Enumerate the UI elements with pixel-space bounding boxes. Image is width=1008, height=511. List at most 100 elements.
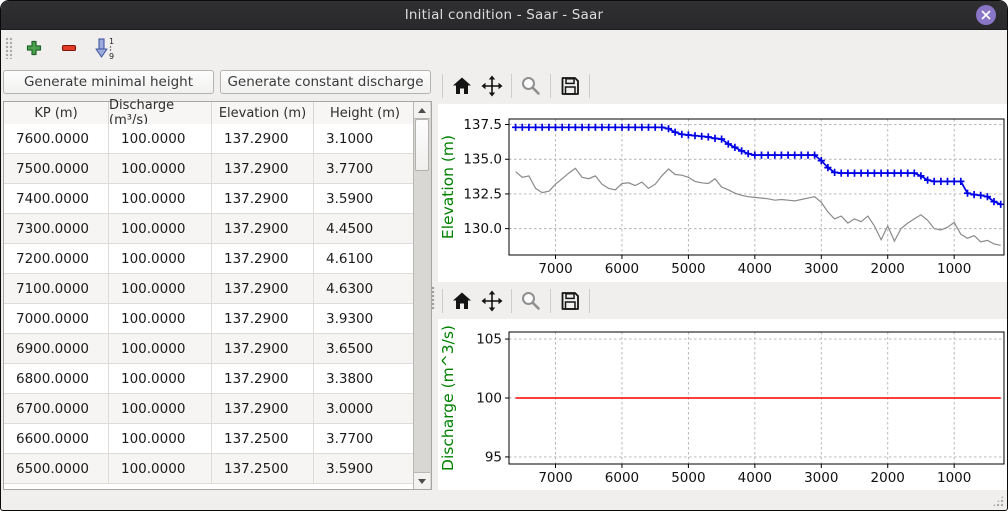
save-button[interactable] <box>555 71 585 101</box>
zoom-button[interactable] <box>516 71 546 101</box>
titlebar[interactable]: Initial condition - Saar - Saar <box>1 1 1007 30</box>
table-cell[interactable]: 3.5900 <box>314 184 416 213</box>
table-cell[interactable]: 3.3800 <box>314 364 416 393</box>
column-header-discharge[interactable]: Discharge (m³/s) <box>109 102 212 124</box>
resize-grip[interactable] <box>992 495 1004 507</box>
table-cell[interactable]: 6800.0000 <box>4 364 109 393</box>
table-cell[interactable]: 137.2900 <box>212 304 314 333</box>
table-cell[interactable]: 137.2900 <box>212 364 314 393</box>
table-cell[interactable]: 137.2900 <box>212 334 314 363</box>
column-header-height[interactable]: Height (m) <box>314 102 416 124</box>
table-row[interactable]: 6700.0000100.0000137.29003.0000 <box>4 394 416 424</box>
table-row[interactable]: 6900.0000100.0000137.29003.6500 <box>4 334 416 364</box>
table-row[interactable]: 6600.0000100.0000137.25003.7700 <box>4 424 416 454</box>
table-cell[interactable]: 3.6500 <box>314 334 416 363</box>
table-cell[interactable]: 137.2900 <box>212 214 314 243</box>
table-cell[interactable]: 100.0000 <box>109 244 212 273</box>
table-cell[interactable]: 100.0000 <box>109 304 212 333</box>
table-cell[interactable]: 100.0000 <box>109 154 212 183</box>
table-scrollbar[interactable] <box>413 102 431 489</box>
plot-frame <box>509 119 1004 255</box>
table-cell[interactable]: 7300.0000 <box>4 214 109 243</box>
table-cell[interactable]: 3.7700 <box>314 154 416 183</box>
table-cell[interactable]: 137.2900 <box>212 124 314 153</box>
table-cell[interactable]: 100.0000 <box>109 454 212 483</box>
table-cell[interactable]: 137.2500 <box>212 424 314 453</box>
home-icon <box>451 75 473 97</box>
x-tick-label: 1000 <box>937 261 971 277</box>
table-cell[interactable]: 100.0000 <box>109 184 212 213</box>
table-cell[interactable]: 6900.0000 <box>4 334 109 363</box>
x-tick-label: 2000 <box>871 470 905 486</box>
add-row-button[interactable] <box>20 34 48 62</box>
table-cell[interactable]: 100.0000 <box>109 274 212 303</box>
table-cell[interactable]: 6600.0000 <box>4 424 109 453</box>
y-axis-label: Elevation (m) <box>439 135 457 239</box>
panel-splitter-handle[interactable] <box>431 286 436 310</box>
table-cell[interactable]: 137.2900 <box>212 394 314 423</box>
table-cell[interactable]: 4.6300 <box>314 274 416 303</box>
table-cell[interactable]: 3.5900 <box>314 454 416 483</box>
table-cell[interactable]: 3.1000 <box>314 124 416 153</box>
table-cell[interactable]: 7500.0000 <box>4 154 109 183</box>
column-header-elevation[interactable]: Elevation (m) <box>212 102 314 124</box>
table-cell[interactable]: 7200.0000 <box>4 244 109 273</box>
table-cell[interactable]: 137.2900 <box>212 244 314 273</box>
table-cell[interactable]: 6700.0000 <box>4 394 109 423</box>
table-cell[interactable]: 137.2900 <box>212 154 314 183</box>
discharge-chart-canvas[interactable]: 700060005000400030002000100010510095Disc… <box>438 319 1007 490</box>
table-cell[interactable]: 7000.0000 <box>4 304 109 333</box>
generate-constant-discharge-button[interactable]: Generate constant discharge <box>220 70 431 94</box>
y-tick-label: 137.5 <box>463 117 502 133</box>
generate-minimal-height-button[interactable]: Generate minimal height <box>3 70 214 94</box>
remove-row-button[interactable] <box>55 34 83 62</box>
table-cell[interactable]: 7600.0000 <box>4 124 109 153</box>
table-row[interactable]: 6800.0000100.0000137.29003.3800 <box>4 364 416 394</box>
toolbar-grip[interactable] <box>5 37 12 59</box>
table-cell[interactable]: 3.0000 <box>314 394 416 423</box>
home-button[interactable] <box>447 71 477 101</box>
pan-button[interactable] <box>477 71 507 101</box>
table-row[interactable]: 7100.0000100.0000137.29004.6300 <box>4 274 416 304</box>
table-row[interactable]: 6500.0000100.0000137.25003.5900 <box>4 454 416 484</box>
table-cell[interactable]: 7400.0000 <box>4 184 109 213</box>
table-row[interactable]: 7000.0000100.0000137.29003.9300 <box>4 304 416 334</box>
table-cell[interactable]: 100.0000 <box>109 214 212 243</box>
toolbar-separator <box>550 74 551 98</box>
table-cell[interactable]: 100.0000 <box>109 364 212 393</box>
table-cell[interactable]: 4.6100 <box>314 244 416 273</box>
table-cell[interactable]: 100.0000 <box>109 124 212 153</box>
table-row[interactable]: 7600.0000100.0000137.29003.1000 <box>4 124 416 154</box>
close-button[interactable] <box>976 5 996 25</box>
home-button[interactable] <box>447 286 477 316</box>
table-cell[interactable]: 6500.0000 <box>4 454 109 483</box>
table-cell[interactable]: 100.0000 <box>109 394 212 423</box>
window-title: Initial condition - Saar - Saar <box>405 7 604 23</box>
table-cell[interactable]: 137.2900 <box>212 184 314 213</box>
save-button[interactable] <box>555 286 585 316</box>
pan-button[interactable] <box>477 286 507 316</box>
table-cell[interactable]: 137.2500 <box>212 454 314 483</box>
scrollbar-thumb[interactable] <box>415 119 429 171</box>
x-tick-label: 5000 <box>671 261 705 277</box>
table-row[interactable]: 7300.0000100.0000137.29004.4500 <box>4 214 416 244</box>
table-cell[interactable]: 3.9300 <box>314 304 416 333</box>
table-cell[interactable]: 100.0000 <box>109 334 212 363</box>
scroll-up-button[interactable] <box>414 102 430 119</box>
table-cell[interactable]: 7100.0000 <box>4 274 109 303</box>
sort-button[interactable]: 1 9 <box>90 34 118 62</box>
table-row[interactable]: 7200.0000100.0000137.29004.6100 <box>4 244 416 274</box>
table-header: KP (m) Discharge (m³/s) Elevation (m) He… <box>4 102 431 125</box>
table-row[interactable]: 7500.0000100.0000137.29003.7700 <box>4 154 416 184</box>
column-header-kp[interactable]: KP (m) <box>4 102 109 124</box>
table-row[interactable]: 7400.0000100.0000137.29003.5900 <box>4 184 416 214</box>
table-cell[interactable]: 4.4500 <box>314 214 416 243</box>
table-cell[interactable]: 137.2900 <box>212 274 314 303</box>
x-tick-label: 4000 <box>738 470 772 486</box>
scroll-down-button[interactable] <box>414 472 430 489</box>
table-cell[interactable]: 3.7700 <box>314 424 416 453</box>
elevation-chart-canvas[interactable]: 7000600050004000300020001000137.5135.013… <box>438 104 1007 282</box>
toolbar-separator <box>589 289 590 313</box>
table-cell[interactable]: 100.0000 <box>109 424 212 453</box>
zoom-button[interactable] <box>516 286 546 316</box>
